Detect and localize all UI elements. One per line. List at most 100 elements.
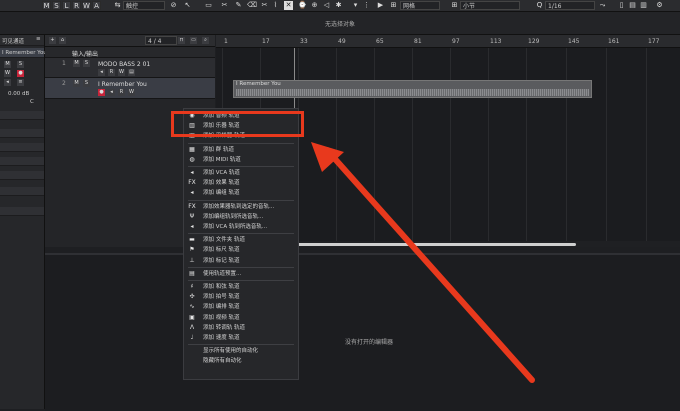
track-mute-button[interactable]: M bbox=[73, 60, 80, 67]
range-tool-icon[interactable]: ▭ bbox=[204, 1, 213, 10]
time-warp-icon[interactable]: ⌚ bbox=[298, 1, 307, 10]
track-record-button[interactable]: ● bbox=[98, 89, 105, 96]
track-row-i-remember-you[interactable]: 2 M S I Remember You ● ◂ R W bbox=[45, 78, 215, 99]
window-left-icon[interactable]: ▤ bbox=[628, 1, 637, 10]
inspector-solo-button[interactable]: S bbox=[17, 61, 24, 68]
window-right-icon[interactable]: ▥ bbox=[639, 1, 648, 10]
inspector-mute-button[interactable]: M bbox=[4, 61, 11, 68]
pan-row[interactable]: C bbox=[0, 99, 44, 106]
track-write-button[interactable]: W bbox=[118, 69, 125, 76]
inspector-section-5[interactable] bbox=[0, 171, 44, 180]
inspector-section-3[interactable] bbox=[0, 143, 44, 152]
menu-item[interactable]: ✣ 添加 拍号 轨道 bbox=[184, 292, 298, 302]
track-read-button[interactable]: R bbox=[118, 89, 125, 96]
grid-line bbox=[566, 48, 567, 244]
inspector-section-2[interactable] bbox=[0, 129, 44, 138]
mute-tool-icon[interactable]: ✕ bbox=[284, 1, 293, 10]
lasso-tool-icon[interactable]: ✱ bbox=[334, 1, 343, 10]
menu-item[interactable]: Λ 添加 转调轨 轨道 bbox=[184, 323, 298, 333]
scrollbar-thumb[interactable] bbox=[286, 243, 576, 246]
track-monitor-button[interactable]: ◂ bbox=[98, 69, 105, 76]
audio-event[interactable]: I Remember You bbox=[233, 80, 592, 98]
volume-row[interactable]: 0.00 dB bbox=[0, 91, 44, 98]
toolbar-read-button[interactable]: R bbox=[72, 1, 81, 10]
inspector-freeze-button[interactable]: ≡ bbox=[17, 79, 24, 86]
toolbar-listen-button[interactable]: L bbox=[62, 1, 71, 10]
split-tool-icon[interactable]: ✂ bbox=[220, 1, 229, 10]
toolbar-solo-button[interactable]: S bbox=[52, 1, 61, 10]
ruler-track-icon: ⊥ bbox=[189, 256, 195, 264]
color-tool-icon[interactable]: ▾ bbox=[351, 1, 360, 10]
inspector-write-button[interactable]: W bbox=[4, 70, 11, 77]
inspector-menu-icon[interactable]: ≡ bbox=[36, 36, 41, 42]
automation-mode-select[interactable]: 触控 bbox=[123, 1, 165, 10]
inspector-record-button[interactable]: ● bbox=[17, 70, 24, 77]
menu-item[interactable]: ◍ 添加 MIDI 轨道 bbox=[184, 155, 298, 165]
constrain-icon[interactable]: ⊘ bbox=[169, 1, 178, 10]
inspector-track-row[interactable]: I Remember You bbox=[0, 48, 47, 58]
menu-item[interactable]: ▤ 使用轨道预置... bbox=[184, 269, 298, 279]
erase-tool-icon[interactable]: ⌫ bbox=[247, 1, 257, 10]
toolbar-mute-button[interactable]: M bbox=[42, 1, 51, 10]
inspector-section-1[interactable] bbox=[0, 111, 44, 120]
track-solo-button[interactable]: S bbox=[83, 60, 90, 67]
menu-item[interactable]: FX 添加 效果 轨道 bbox=[184, 178, 298, 188]
menu-item[interactable]: Ψ 添加编组轨到所选音轨... bbox=[184, 212, 298, 222]
track-edit-button[interactable]: ▤ bbox=[128, 69, 135, 76]
track-row-io[interactable]: 输入/输出 bbox=[45, 47, 215, 58]
toolbar-automation-button[interactable]: A bbox=[92, 1, 101, 10]
inspector-section-7[interactable] bbox=[0, 207, 44, 216]
track-mute-button[interactable]: M bbox=[73, 80, 80, 87]
menu-item[interactable]: ⊥ 添加 标记 轨道 bbox=[184, 256, 298, 266]
menu-item[interactable]: 显示所有使用的自动化 bbox=[184, 346, 298, 356]
snap-icon[interactable]: ⊞ bbox=[389, 1, 398, 10]
inspector-section-6[interactable] bbox=[0, 187, 44, 196]
menu-item[interactable]: ▣ 添加 视频 轨道 bbox=[184, 313, 298, 323]
settings-icon[interactable]: ⚙ bbox=[655, 1, 664, 10]
timeline-ruler[interactable]: 1 17 33 49 65 81 97 113 129 145 161 177 bbox=[216, 35, 680, 48]
object-select-icon[interactable]: ↖ bbox=[183, 1, 192, 10]
toolbar-write-button[interactable]: W bbox=[82, 1, 91, 10]
inspector-monitor-button[interactable]: ◂ bbox=[4, 79, 11, 86]
track-filter-button[interactable]: ⌂ bbox=[59, 37, 66, 44]
menu-item-label: 添加 编组 轨道 bbox=[203, 190, 240, 197]
comp-tool-icon[interactable]: ⊕ bbox=[310, 1, 319, 10]
track-write-button[interactable]: W bbox=[128, 89, 135, 96]
menu-item[interactable]: ♩ 添加 速度 轨道 bbox=[184, 333, 298, 343]
grid-type-select[interactable]: 小节 bbox=[460, 1, 520, 10]
menu-item[interactable]: ◂ 添加 VCA 轨到所选音轨... bbox=[184, 222, 298, 232]
quantize-select[interactable]: 1/16 bbox=[545, 1, 595, 10]
menu-item[interactable]: ⚑ 添加 标尺 轨道 bbox=[184, 245, 298, 255]
autoscroll-icon[interactable]: ▶ bbox=[376, 1, 385, 10]
track-read-button[interactable]: R bbox=[108, 69, 115, 76]
grid-icon[interactable]: ⊞ bbox=[450, 1, 459, 10]
track-row-modo-bass[interactable]: 1 M S MODO BASS 2 01 ◂ R W ▤ bbox=[45, 58, 215, 78]
menu-item[interactable]: ▬ 添加 文件夹 轨道 bbox=[184, 235, 298, 245]
menu-item[interactable]: ◂ 添加 VCA 轨道 bbox=[184, 168, 298, 178]
track-solo-button[interactable]: S bbox=[83, 80, 90, 87]
dots-icon[interactable]: ⋮ bbox=[362, 1, 371, 10]
glue-tool-icon[interactable]: ⌇ bbox=[271, 1, 280, 10]
play-tool-icon[interactable]: ◁ bbox=[322, 1, 331, 10]
automation-mode-icon[interactable]: ⇆ bbox=[113, 1, 122, 10]
snap-type-select[interactable]: 网格 bbox=[400, 1, 440, 10]
menu-item[interactable]: ▦ 添加 群 轨道 bbox=[184, 145, 298, 155]
track-monitor-button[interactable]: ◂ bbox=[108, 89, 115, 96]
menu-separator bbox=[188, 199, 294, 201]
quantize-icon[interactable]: Q bbox=[535, 1, 544, 10]
window-layout-icon[interactable]: ▯ bbox=[617, 1, 626, 10]
quantize-settings-icon[interactable]: ⤳ bbox=[598, 1, 607, 10]
menu-item[interactable]: 隐藏所有自动化 bbox=[184, 356, 298, 366]
inspector-section-4[interactable] bbox=[0, 157, 44, 166]
menu-item[interactable]: ◂ 添加 编组 轨道 bbox=[184, 188, 298, 198]
menu-item[interactable]: FX 添加效果器轨到选定的音轨... bbox=[184, 202, 298, 212]
menu-item[interactable]: ∿ 添加 编排 轨道 bbox=[184, 302, 298, 312]
track-search-button[interactable]: ⌕ bbox=[202, 37, 209, 44]
track-view-button[interactable]: ▭ bbox=[190, 37, 197, 44]
menu-item-label: 使用轨道预置... bbox=[203, 270, 242, 277]
zoom-tool-icon[interactable]: ✂ bbox=[260, 1, 269, 10]
draw-tool-icon[interactable]: ✎ bbox=[234, 1, 243, 10]
menu-item[interactable]: ♯ 添加 和弦 轨道 bbox=[184, 282, 298, 292]
track-lock-button[interactable]: ⊓ bbox=[178, 37, 185, 44]
add-track-button[interactable]: + bbox=[49, 37, 56, 44]
